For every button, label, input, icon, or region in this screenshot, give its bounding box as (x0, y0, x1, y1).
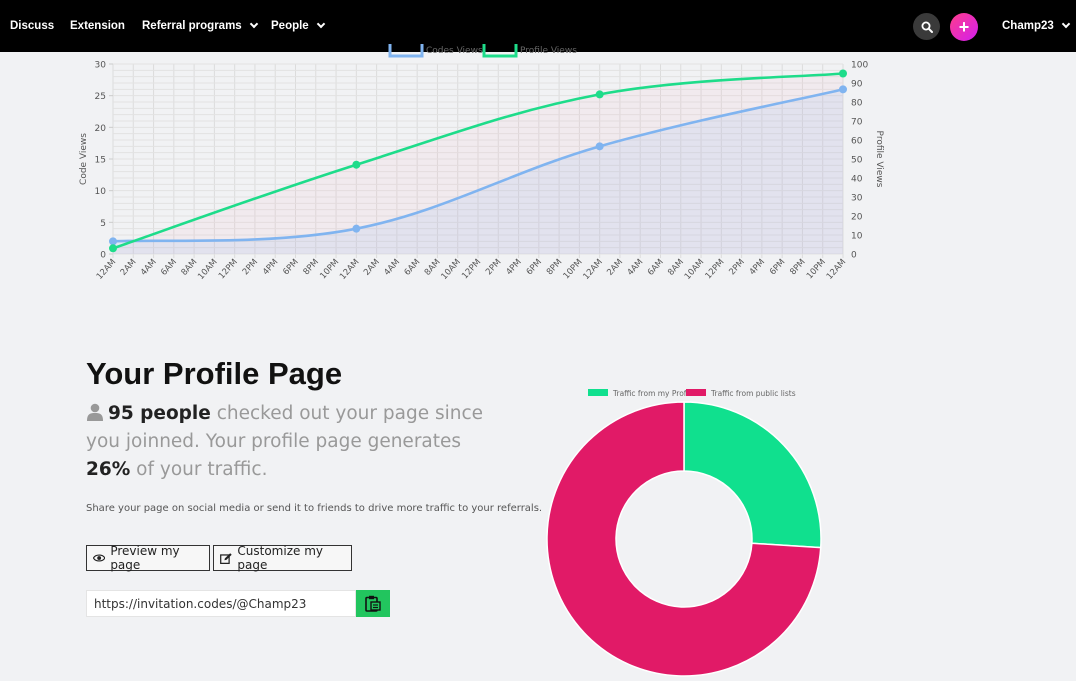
x-tick-label: 2PM (727, 257, 746, 277)
user-menu[interactable]: Champ23 (1002, 0, 1071, 52)
x-tick-label: 6PM (281, 257, 300, 277)
x-tick-label: 2AM (605, 257, 625, 277)
x-tick-label: 12AM (581, 257, 604, 282)
y-right-tick-label: 70 (851, 118, 863, 128)
people-count: 95 people (108, 403, 211, 424)
legend-swatch-traffic-public (686, 389, 706, 396)
legend-swatch-code-views (388, 44, 424, 58)
code-views-point (352, 224, 361, 233)
y-left-tick-label: 30 (95, 61, 107, 71)
x-tick-label: 10PM (318, 257, 341, 281)
x-tick-label: 4PM (261, 257, 280, 277)
y-right-tick-label: 40 (851, 175, 863, 185)
nav-discuss[interactable]: Discuss (10, 0, 54, 52)
legend-label-code-views: Codes Views (426, 46, 483, 56)
traffic-percent: 26% (86, 459, 131, 480)
preview-label: Preview my page (110, 544, 180, 572)
chevron-down-icon (316, 19, 325, 29)
x-tick-label: 2AM (119, 257, 139, 277)
customize-label: Customize my page (237, 544, 323, 572)
edit-icon (220, 552, 232, 564)
y-left-axis-label: Code Views (79, 133, 89, 185)
x-tick-label: 4AM (382, 257, 402, 277)
x-tick-label: 12PM (704, 257, 727, 281)
copy-url-button[interactable] (356, 590, 390, 617)
profile-views-point (352, 160, 361, 169)
search-button[interactable] (913, 13, 940, 40)
clipboard-icon (365, 595, 381, 612)
chevron-down-icon (249, 19, 258, 29)
y-left-tick-label: 10 (95, 187, 107, 197)
y-left-tick-label: 5 (100, 219, 106, 229)
code-views-point (595, 142, 604, 151)
profile-views-point (109, 244, 117, 253)
x-tick-label: 2AM (362, 257, 382, 277)
y-right-axis-label: Profile Views (874, 131, 884, 188)
chevron-down-icon (1061, 19, 1071, 29)
profile-views-point (595, 90, 604, 99)
x-tick-label: 2PM (484, 257, 503, 277)
y-right-tick-label: 90 (851, 80, 863, 90)
x-tick-label: 12PM (217, 257, 240, 281)
legend-label-traffic-public: Traffic from public lists (710, 389, 796, 398)
legend-label-traffic-profile: Traffic from my Profile (612, 389, 696, 398)
user-name: Champ23 (1002, 20, 1054, 32)
x-tick-label: 2PM (241, 257, 260, 277)
nav-referral-label: Referral programs (142, 20, 242, 32)
user-icon (87, 403, 103, 421)
profile-summary: 95 people checked out your page since yo… (86, 400, 486, 484)
y-right-tick-label: 0 (851, 251, 857, 261)
x-tick-label: 4AM (139, 257, 159, 277)
legend-label-profile-views: Profile Views (520, 46, 577, 56)
eye-icon (93, 554, 106, 562)
code-views-point (839, 85, 847, 94)
page-title: Your Profile Page (86, 356, 343, 391)
y-left-tick-label: 0 (100, 251, 106, 261)
x-tick-label: 10PM (805, 257, 828, 281)
x-tick-label: 4AM (626, 257, 646, 277)
x-tick-label: 10PM (562, 257, 585, 281)
line-chart-legend: Codes Views Profile Views (388, 44, 577, 58)
y-left-tick-label: 25 (95, 92, 106, 102)
x-tick-label: 12AM (95, 257, 118, 282)
x-tick-label: 4PM (748, 257, 767, 277)
y-right-tick-label: 100 (851, 61, 868, 71)
plus-icon: + (958, 16, 970, 37)
y-right-tick-label: 20 (851, 213, 863, 223)
y-right-tick-label: 10 (851, 232, 863, 242)
slice-traffic-profile (683, 401, 822, 549)
nav-people-label: People (271, 20, 309, 32)
share-note: Share your page on social media or send … (86, 503, 543, 514)
legend-swatch-traffic-profile (588, 389, 608, 396)
search-icon (921, 21, 933, 33)
traffic-donut-chart: Traffic from my Profile Traffic from publ… (546, 389, 822, 677)
x-tick-label: 6AM (403, 257, 423, 277)
y-right-tick-label: 60 (851, 137, 863, 147)
x-tick-label: 6PM (768, 257, 787, 277)
y-left-tick-label: 15 (95, 156, 106, 166)
x-tick-label: 6AM (646, 257, 666, 277)
x-tick-label: 6PM (525, 257, 544, 277)
profile-url-field[interactable]: https://invitation.codes/@Champ23 (86, 590, 356, 617)
summary-text-2: of your traffic. (130, 459, 268, 480)
customize-button[interactable]: Customize my page (213, 544, 352, 572)
x-tick-label: 12AM (825, 257, 848, 282)
preview-button[interactable]: Preview my page (86, 544, 210, 572)
legend-swatch-profile-views (482, 44, 518, 58)
x-tick-label: 12AM (338, 257, 361, 282)
views-line-chart: 051015202530010203040506070809010012AM 2A… (79, 44, 884, 282)
x-tick-label: 10AM (196, 257, 219, 282)
x-tick-label: 10AM (683, 257, 706, 282)
code-views-point (109, 237, 117, 246)
y-left-tick-label: 20 (95, 124, 107, 134)
profile-views-point (839, 69, 847, 78)
x-tick-label: 6AM (159, 257, 179, 277)
x-tick-label: 10AM (439, 257, 462, 282)
y-right-tick-label: 50 (851, 156, 863, 166)
x-tick-label: 4PM (504, 257, 523, 277)
add-button[interactable]: + (950, 13, 978, 41)
x-tick-label: 12PM (460, 257, 483, 281)
y-right-tick-label: 80 (851, 99, 863, 109)
y-right-tick-label: 30 (851, 194, 863, 204)
